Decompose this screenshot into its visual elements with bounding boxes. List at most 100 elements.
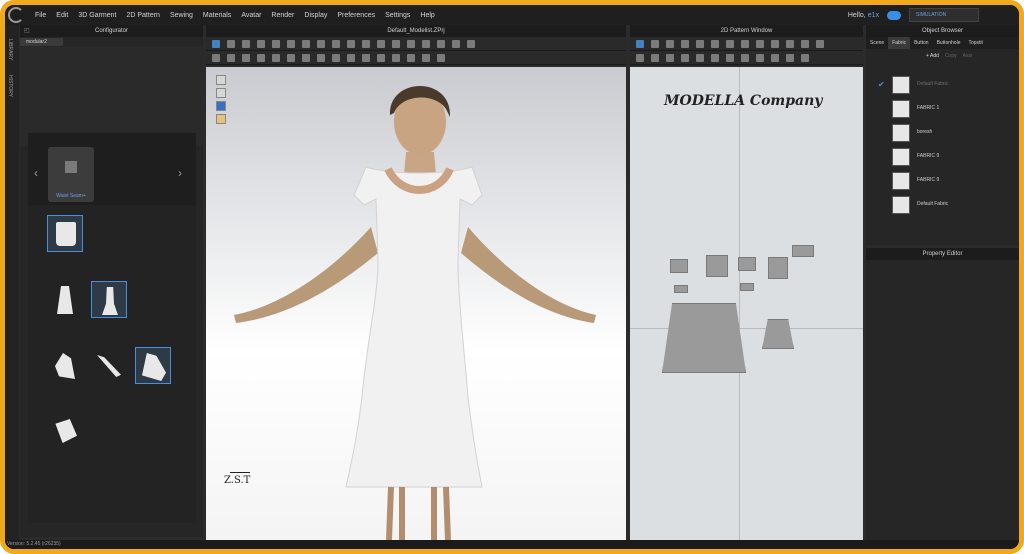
fabric-item[interactable]: FABRIC 9 bbox=[866, 147, 1019, 167]
shrink-tool-icon[interactable] bbox=[392, 53, 400, 62]
add-point-icon[interactable] bbox=[696, 39, 704, 48]
pattern-piece-back-bodice[interactable] bbox=[768, 257, 788, 279]
skirt-mermaid-thumb[interactable] bbox=[91, 281, 127, 318]
internal-polygon-icon[interactable] bbox=[771, 39, 779, 48]
deactivate-tool-icon[interactable] bbox=[422, 53, 430, 62]
pattern-piece-sleeve-band-2[interactable] bbox=[740, 283, 754, 291]
topstitch-tool-icon[interactable] bbox=[377, 39, 385, 48]
tab-modular2[interactable]: modular2 bbox=[20, 38, 63, 46]
curve-point-icon[interactable] bbox=[681, 39, 689, 48]
assign-fabric-button[interactable]: Assi bbox=[963, 53, 972, 59]
block-type-card[interactable]: Waist Seam+ bbox=[48, 147, 94, 202]
tab-fabric[interactable]: Fabric bbox=[888, 37, 911, 49]
cuff-thumb[interactable] bbox=[47, 413, 83, 450]
history-tab[interactable]: HISTORY bbox=[7, 75, 13, 97]
pin-marker-icon[interactable] bbox=[287, 53, 295, 62]
fabric-item[interactable]: FABRIC 9 bbox=[866, 171, 1019, 191]
menu-display[interactable]: Display bbox=[299, 12, 332, 19]
pattern-piece-front-bodice[interactable] bbox=[706, 255, 728, 277]
internal-rect-icon[interactable] bbox=[786, 39, 794, 48]
notch-icon[interactable] bbox=[711, 53, 719, 62]
annotation-tool-icon[interactable] bbox=[467, 39, 475, 48]
avatar-with-dress[interactable] bbox=[206, 67, 626, 540]
sleeve-3-thumb[interactable] bbox=[135, 347, 171, 384]
menu-render[interactable]: Render bbox=[266, 12, 299, 19]
username[interactable]: e1x bbox=[868, 12, 879, 19]
skirt-straight-thumb[interactable] bbox=[47, 281, 83, 318]
arrangement-tool-icon[interactable] bbox=[227, 53, 235, 62]
pattern-piece-cuff[interactable] bbox=[792, 245, 814, 257]
ruler-tool-icon[interactable] bbox=[317, 53, 325, 62]
strengthen-tool-icon[interactable] bbox=[407, 53, 415, 62]
menu-sewing[interactable]: Sewing bbox=[165, 12, 198, 19]
measure-length-icon[interactable] bbox=[272, 53, 280, 62]
button-tool-icon[interactable] bbox=[347, 39, 355, 48]
cloud-icon[interactable] bbox=[887, 10, 901, 20]
hide-tool-icon[interactable] bbox=[437, 53, 445, 62]
tab-topstitch[interactable]: Topstit bbox=[964, 37, 986, 49]
3d-scene[interactable]: Z.S.T bbox=[206, 67, 626, 540]
free-sewing-icon[interactable] bbox=[651, 53, 659, 62]
segment-sewing-icon[interactable] bbox=[636, 53, 644, 62]
library-tab[interactable]: LIBRARY bbox=[7, 39, 13, 60]
annotation-edit-icon[interactable] bbox=[801, 53, 809, 62]
menu-avatar[interactable]: Avatar bbox=[236, 12, 266, 19]
brush-tool-icon[interactable] bbox=[287, 39, 295, 48]
curvature-icon[interactable] bbox=[711, 39, 719, 48]
menu-preferences[interactable]: Preferences bbox=[332, 12, 380, 19]
texture-tool-icon[interactable] bbox=[362, 39, 370, 48]
next-arrow-icon[interactable]: › bbox=[178, 166, 182, 180]
circle-icon[interactable] bbox=[756, 39, 764, 48]
fabric-tool-icon[interactable] bbox=[437, 39, 445, 48]
pin-icon[interactable]: ◰ bbox=[24, 25, 30, 37]
puckering-tool-icon[interactable] bbox=[422, 39, 430, 48]
binding-icon[interactable] bbox=[741, 53, 749, 62]
pattern-piece-skirt-front[interactable] bbox=[662, 303, 746, 373]
measure-tool-icon[interactable] bbox=[317, 39, 325, 48]
grading-icon[interactable] bbox=[756, 53, 764, 62]
tack-tool-icon[interactable] bbox=[302, 39, 310, 48]
edit-pattern-icon[interactable] bbox=[636, 39, 644, 48]
avatar-tool-icon[interactable] bbox=[212, 53, 220, 62]
tab-buttonhole[interactable]: Buttonhole bbox=[933, 37, 965, 49]
fold-tool-icon[interactable] bbox=[257, 39, 265, 48]
seam-allowance-icon[interactable] bbox=[726, 53, 734, 62]
transform-pattern-icon[interactable] bbox=[651, 39, 659, 48]
internal-circle-icon[interactable] bbox=[801, 39, 809, 48]
fabric-item[interactable]: FABRIC 1 bbox=[866, 99, 1019, 119]
sleeve-1-thumb[interactable] bbox=[47, 347, 83, 384]
bodice-thumb[interactable] bbox=[47, 215, 83, 252]
tab-button[interactable]: Button bbox=[910, 37, 932, 49]
menu-3d-garment[interactable]: 3D Garment bbox=[73, 12, 121, 19]
menu-edit[interactable]: Edit bbox=[51, 12, 73, 19]
tab-scene[interactable]: Scene bbox=[866, 37, 888, 49]
fabric-item[interactable]: boresh bbox=[866, 123, 1019, 143]
menu-2d-pattern[interactable]: 2D Pattern bbox=[121, 12, 164, 19]
edit-sewing-icon[interactable] bbox=[666, 53, 674, 62]
add-fabric-button[interactable]: + Add bbox=[926, 53, 939, 59]
dart-icon[interactable] bbox=[816, 39, 824, 48]
graphic-edit-icon[interactable] bbox=[786, 53, 794, 62]
select-tool-icon[interactable] bbox=[212, 39, 220, 48]
fabric-item[interactable]: Default Fabric bbox=[866, 195, 1019, 215]
polygon-icon[interactable] bbox=[726, 39, 734, 48]
stitch-tool-icon[interactable] bbox=[347, 53, 355, 62]
transform-tool-icon[interactable] bbox=[242, 39, 250, 48]
move-tool-icon[interactable] bbox=[227, 39, 235, 48]
sleeve-2-thumb[interactable] bbox=[91, 347, 127, 384]
trim-tool-icon[interactable] bbox=[392, 39, 400, 48]
pattern-piece-back-yoke[interactable] bbox=[738, 257, 756, 271]
pose-tool-icon[interactable] bbox=[242, 53, 250, 62]
pattern-canvas[interactable]: MODELLA Company bbox=[630, 67, 863, 540]
solidify-tool-icon[interactable] bbox=[362, 53, 370, 62]
app-logo-icon[interactable] bbox=[8, 7, 24, 23]
fabric-item[interactable]: ✔ Default Fabric bbox=[866, 75, 1019, 95]
pattern-piece-skirt-back[interactable] bbox=[762, 319, 794, 349]
layer-tool-icon[interactable] bbox=[377, 53, 385, 62]
prev-arrow-icon[interactable]: ‹ bbox=[34, 166, 38, 180]
slice-tool-icon[interactable] bbox=[332, 53, 340, 62]
pattern-piece-front-yoke[interactable] bbox=[670, 259, 688, 273]
tuck-icon[interactable] bbox=[696, 53, 704, 62]
line-tool-icon[interactable] bbox=[407, 39, 415, 48]
menu-materials[interactable]: Materials bbox=[198, 12, 236, 19]
